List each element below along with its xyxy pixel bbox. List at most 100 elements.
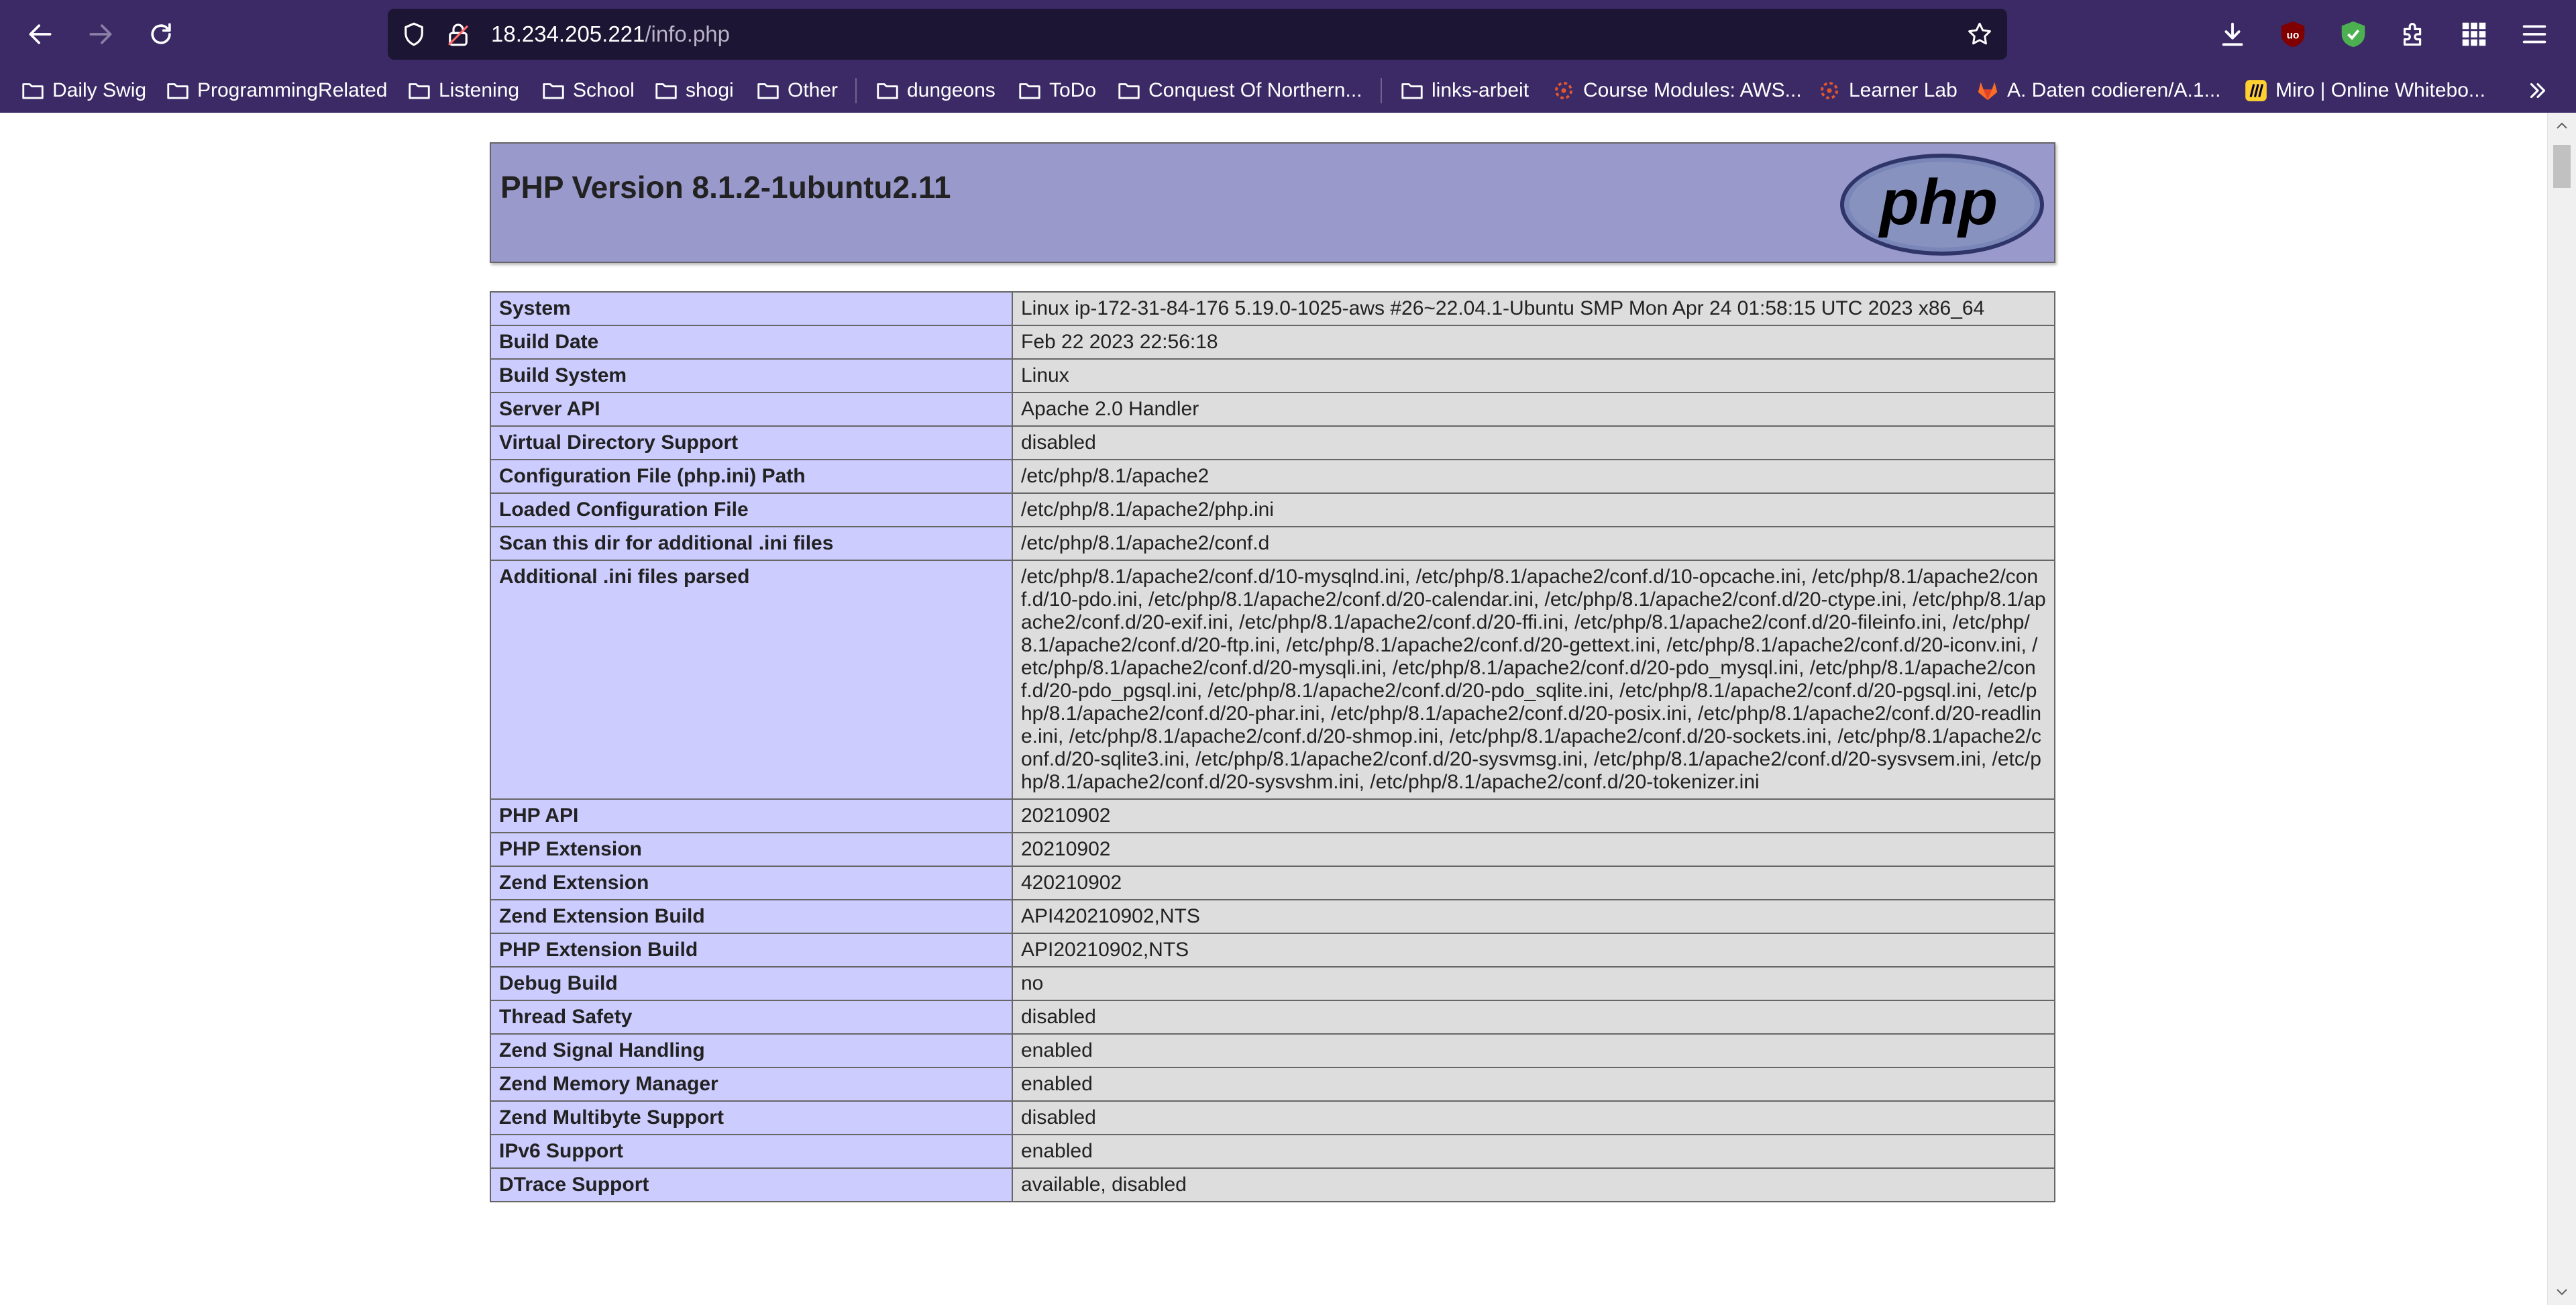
canvas-icon: [1555, 82, 1572, 99]
url-host: 18.234.205.221: [491, 21, 645, 46]
extensions-button[interactable]: [2394, 14, 2434, 54]
bookmark-label: Daily Swig: [52, 79, 147, 101]
bookmark-school[interactable]: School: [541, 68, 635, 113]
page-scrollbar[interactable]: [2547, 113, 2576, 1305]
bookmark-conquest[interactable]: Conquest Of Northern...: [1116, 68, 1362, 113]
forward-button[interactable]: [80, 14, 121, 54]
shield-icon[interactable]: [400, 20, 428, 48]
bookmark-label: dungeons: [907, 79, 996, 101]
table-row: System Linux ip-172-31-84-176 5.19.0-1025…: [490, 291, 2055, 326]
row-value: /etc/php/8.1/apache2/conf.d/10-mysqlnd.i…: [1012, 560, 2055, 800]
bookmark-label: Course Modules: AWS...: [1583, 79, 1802, 101]
row-value: enabled: [1012, 1067, 2055, 1102]
browser-toolbar: 18.234.205.221/info.php uo: [0, 0, 2576, 68]
bookmark-learner-lab[interactable]: Learner Lab: [1817, 68, 1957, 113]
bookmark-label: ToDo: [1049, 79, 1097, 101]
folder-icon: [655, 83, 677, 99]
reload-button[interactable]: [141, 14, 181, 54]
security-extension-button[interactable]: [2333, 14, 2373, 54]
bookmarks-overflow-button[interactable]: [2525, 68, 2557, 113]
bookmark-todo[interactable]: ToDo: [1017, 68, 1096, 113]
table-row: Build System Linux: [490, 358, 2055, 393]
page-title: PHP Version 8.1.2-1ubuntu2.11: [500, 170, 951, 205]
bookmark-shogi[interactable]: shogi: [653, 68, 734, 113]
bookmark-label: Miro | Online Whitebo...: [2275, 79, 2485, 101]
row-value: Linux: [1012, 358, 2055, 393]
bookmark-daily-swig[interactable]: Daily Swig: [20, 68, 146, 113]
scroll-down-icon[interactable]: [2554, 1284, 2570, 1300]
folder-icon: [22, 83, 44, 99]
page-viewport: PHP Version 8.1.2-1ubuntu2.11 php System…: [0, 113, 2576, 1305]
arrow-right-icon: [89, 24, 112, 44]
row-label: Thread Safety: [490, 1000, 1013, 1035]
table-row: Server API Apache 2.0 Handler: [490, 392, 2055, 427]
row-label: Loaded Configuration File: [490, 492, 1013, 527]
download-icon: [2222, 22, 2243, 46]
bookmark-dungeons[interactable]: dungeons: [875, 68, 996, 113]
menu-button[interactable]: [2514, 14, 2555, 54]
row-value: /etc/php/8.1/apache2/conf.d: [1012, 526, 2055, 561]
folder-icon: [757, 83, 779, 99]
row-value: 20210902: [1012, 832, 2055, 867]
miro-icon: [2245, 80, 2267, 101]
scroll-up-icon[interactable]: [2554, 118, 2570, 134]
green-shield-icon: [2341, 21, 2365, 48]
table-row: IPv6 Support enabled: [490, 1134, 2055, 1169]
row-value: 420210902: [1012, 866, 2055, 900]
svg-text:uo: uo: [2287, 30, 2300, 42]
hamburger-menu-icon: [2522, 25, 2546, 44]
bookmark-label: Conquest Of Northern...: [1148, 79, 1362, 101]
bookmark-listening[interactable]: Listening: [407, 68, 519, 113]
row-value: enabled: [1012, 1033, 2055, 1068]
php-version-header: PHP Version 8.1.2-1ubuntu2.11 php: [490, 142, 2055, 263]
ublock-button[interactable]: uo: [2273, 14, 2313, 54]
url-text[interactable]: 18.234.205.221/info.php: [491, 9, 730, 60]
row-value: /etc/php/8.1/apache2: [1012, 459, 2055, 494]
bookmark-label: links-arbeit: [1432, 79, 1529, 101]
row-label: DTrace Support: [490, 1167, 1013, 1202]
bookmarks-toolbar: Daily Swig ProgrammingRelated Listening …: [0, 68, 2576, 113]
canvas-icon: [1821, 82, 1838, 99]
bookmark-other[interactable]: Other: [755, 68, 838, 113]
back-button[interactable]: [20, 14, 60, 54]
table-row: Build Date Feb 22 2023 22:56:18: [490, 325, 2055, 360]
bookmark-daten-codieren[interactable]: A. Daten codieren/A.1...: [1975, 68, 2221, 113]
folder-icon: [543, 83, 564, 99]
bookmark-separator: [1381, 78, 1382, 103]
table-row: Additional .ini files parsed/etc/php/8.1…: [490, 560, 2055, 800]
insecure-lock-icon[interactable]: [444, 20, 472, 48]
row-value: disabled: [1012, 1000, 2055, 1035]
bookmark-links-arbeit[interactable]: links-arbeit: [1399, 68, 1529, 113]
folder-icon: [877, 83, 898, 99]
grid-icon: [2462, 22, 2486, 46]
bookmark-miro[interactable]: Miro | Online Whitebo...: [2243, 68, 2485, 113]
downloads-button[interactable]: [2212, 14, 2253, 54]
bookmark-programmingrelated[interactable]: ProgrammingRelated: [165, 68, 387, 113]
puzzle-icon: [2403, 23, 2422, 46]
table-row: Loaded Configuration File/etc/php/8.1/ap…: [490, 492, 2055, 527]
reload-icon: [151, 23, 171, 44]
apps-button[interactable]: [2454, 14, 2494, 54]
table-row: Thread Safety disabled: [490, 1000, 2055, 1035]
table-row: Virtual Directory Support disabled: [490, 425, 2055, 460]
folder-icon: [409, 83, 430, 99]
row-label: Zend Signal Handling: [490, 1033, 1013, 1068]
row-label: Server API: [490, 392, 1013, 427]
table-row: Zend Multibyte Support disabled: [490, 1100, 2055, 1135]
row-label: Build System: [490, 358, 1013, 393]
folder-icon: [1118, 83, 1140, 99]
table-row: PHP API 20210902: [490, 798, 2055, 833]
scroll-thumb[interactable]: [2553, 145, 2571, 188]
row-label: Configuration File (php.ini) Path: [490, 459, 1013, 494]
table-row: Zend Signal Handling enabled: [490, 1033, 2055, 1068]
bookmark-course-modules[interactable]: Course Modules: AWS...: [1551, 68, 1802, 113]
row-label: Zend Memory Manager: [490, 1067, 1013, 1102]
bookmark-separator: [855, 78, 857, 103]
php-logo[interactable]: php: [1838, 152, 2046, 258]
arrow-left-icon: [29, 24, 52, 44]
bookmark-star-icon[interactable]: [1966, 20, 1994, 48]
row-label: Scan this dir for additional .ini files: [490, 526, 1013, 561]
url-bar[interactable]: 18.234.205.221/info.php: [388, 9, 2007, 60]
bookmark-label: School: [573, 79, 635, 101]
row-label: PHP API: [490, 798, 1013, 833]
